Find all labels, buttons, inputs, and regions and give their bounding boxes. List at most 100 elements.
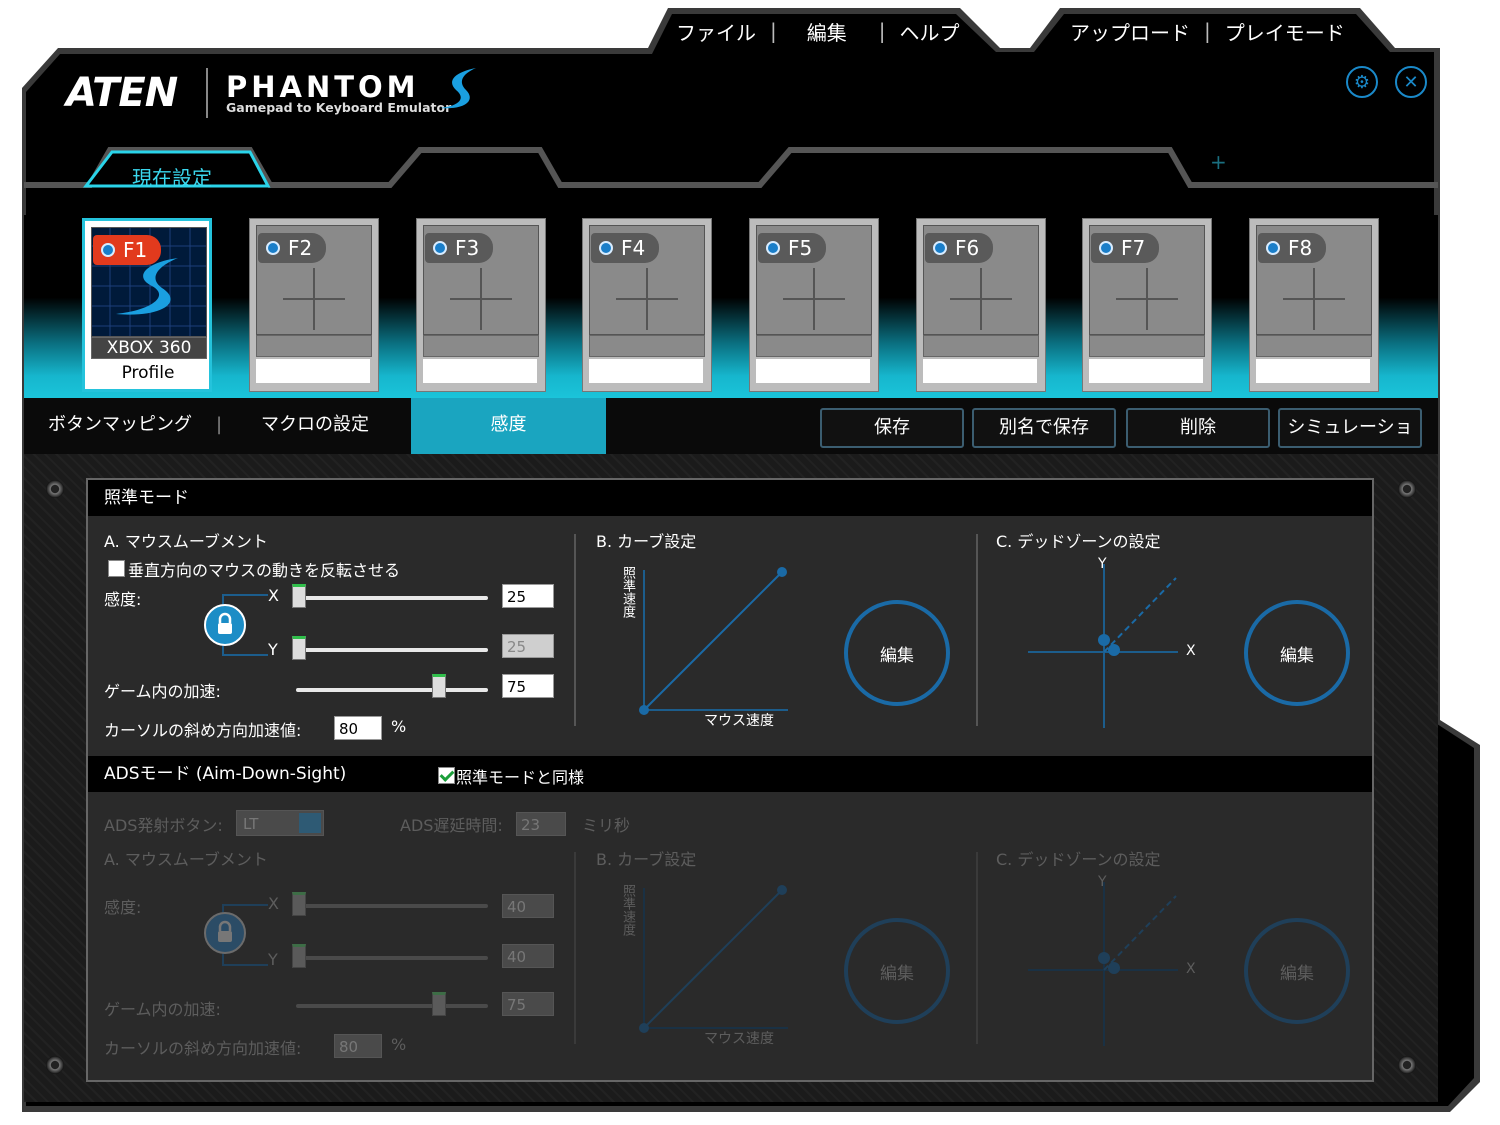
ads-y-slider[interactable]: [296, 956, 488, 960]
ads-curve-y-label: 照準速度: [620, 884, 635, 936]
screw-icon: [46, 480, 64, 498]
invert-vertical-checkbox[interactable]: [108, 560, 125, 577]
aim-mouse-movement-title: A. マウスムーブメント: [104, 532, 268, 551]
aim-accel-slider[interactable]: [296, 688, 488, 692]
gear-icon[interactable]: ⚙: [1346, 66, 1378, 98]
profile-label: [923, 359, 1037, 383]
profile-label: [1089, 359, 1203, 383]
ads-trigger-select[interactable]: LT: [236, 810, 324, 836]
ads-curve-edit-button[interactable]: 編集: [844, 918, 950, 1024]
aim-diag-input[interactable]: 80: [334, 716, 382, 740]
profile-card-f5[interactable]: F5: [749, 218, 879, 392]
aim-curve-edit-button[interactable]: 編集: [844, 600, 950, 706]
delete-button[interactable]: 削除: [1126, 408, 1270, 448]
ads-delay-label: ADS遅延時間:: [400, 816, 503, 835]
phantom-s-logo-icon: [440, 68, 476, 109]
profile-card-f7[interactable]: F7: [1082, 218, 1212, 392]
profile-label: [423, 359, 537, 383]
profile-key-label: F6: [925, 233, 994, 263]
ads-delay-input[interactable]: 23: [516, 812, 566, 836]
menu-file[interactable]: ファイル: [676, 17, 756, 46]
menu-edit[interactable]: 編集: [807, 17, 847, 46]
profile-name: [423, 335, 539, 357]
aim-curve-graph: [639, 567, 788, 715]
profile-label: [589, 359, 703, 383]
profile-key: F5: [788, 236, 813, 260]
lock-icon[interactable]: [204, 912, 246, 954]
ads-percent-label: %: [391, 1035, 407, 1054]
ads-diag-input[interactable]: 80: [334, 1034, 382, 1058]
invert-vertical-label: 垂直方向のマウスの動きを反転させる: [128, 561, 401, 580]
profile-label: [756, 359, 870, 383]
ads-deadzone-title: C. デッドゾーンの設定: [996, 850, 1161, 869]
profile-key: F4: [621, 236, 646, 260]
profile-name: [1089, 335, 1205, 357]
profile-key: F2: [288, 236, 313, 260]
aim-y-slider-thumb[interactable]: [292, 636, 306, 660]
tab-current-settings[interactable]: 現在設定: [132, 162, 212, 191]
radio-icon: [101, 243, 115, 257]
save-as-button[interactable]: 別名で保存: [972, 408, 1116, 448]
aim-x-slider[interactable]: [296, 596, 488, 600]
ads-x-input[interactable]: 40: [502, 894, 554, 918]
aim-deadzone-edit-button[interactable]: 編集: [1244, 600, 1350, 706]
same-as-aim-checkbox[interactable]: [438, 767, 455, 784]
aim-accel-input[interactable]: 75: [502, 674, 554, 698]
aim-deadzone-y-label: Y: [1098, 556, 1107, 572]
divider: [574, 852, 576, 1044]
ads-x-slider[interactable]: [296, 904, 488, 908]
save-button[interactable]: 保存: [820, 408, 964, 448]
tab-sensitivity[interactable]: 感度: [411, 398, 606, 454]
tab-button-mapping[interactable]: ボタンマッピング: [48, 398, 192, 454]
profile-card-f4[interactable]: F4: [582, 218, 712, 392]
logo-tagline: Gamepad to Keyboard Emulator: [226, 100, 452, 115]
ads-y-input[interactable]: 40: [502, 944, 554, 968]
profile-key: F7: [1121, 236, 1146, 260]
simulation-button[interactable]: シミュレーション: [1278, 408, 1422, 474]
ads-y-slider-thumb[interactable]: [292, 944, 306, 968]
ads-accel-input[interactable]: 75: [502, 992, 554, 1016]
tab-macro[interactable]: マクロの設定: [261, 398, 369, 454]
profile-key: F3: [455, 236, 480, 260]
plus-icon[interactable]: +: [1210, 150, 1227, 174]
ads-diag-label: カーソルの斜め方向加速値:: [104, 1039, 302, 1058]
profile-card-f3[interactable]: F3: [416, 218, 546, 392]
phantom-logo: PHANTOM: [226, 70, 420, 104]
profile-name: [923, 335, 1039, 357]
aim-y-slider[interactable]: [296, 648, 488, 652]
ads-accel-slider[interactable]: [296, 1004, 488, 1008]
menu-upload[interactable]: アップロード: [1070, 17, 1190, 46]
aim-x-slider-thumb[interactable]: [292, 584, 306, 608]
ads-curve-x-label: マウス速度: [704, 1031, 774, 1047]
plus-icon: [480, 268, 482, 330]
ads-x-slider-thumb[interactable]: [292, 892, 306, 916]
radio-icon: [599, 241, 613, 255]
aim-x-label: X: [268, 586, 279, 605]
screw-icon: [46, 1056, 64, 1074]
lock-icon[interactable]: [204, 604, 246, 646]
profile-key: F8: [1288, 236, 1313, 260]
aim-x-input[interactable]: 25: [502, 584, 554, 608]
ads-deadzone-x-label: X: [1186, 961, 1196, 977]
ads-mode-title: ADSモード (Aim-Down-Sight): [104, 764, 347, 784]
plus-icon: [813, 268, 815, 330]
menu-help[interactable]: ヘルプ: [900, 17, 960, 46]
profile-card-f1[interactable]: F1 XBOX 360 Profile: [82, 218, 212, 392]
ads-y-label: Y: [268, 950, 278, 969]
close-icon[interactable]: ✕: [1395, 66, 1427, 98]
ads-mode-header: ADSモード (Aim-Down-Sight): [88, 756, 1372, 792]
plus-icon: [1313, 268, 1315, 330]
logo-divider: [206, 68, 208, 118]
profile-key-label: F1: [93, 235, 162, 265]
profile-card-f6[interactable]: F6: [916, 218, 1046, 392]
profile-label: [1256, 359, 1370, 383]
aim-y-input[interactable]: 25: [502, 634, 554, 658]
tab-separator: |: [216, 414, 223, 435]
menu-playmode[interactable]: プレイモード: [1225, 17, 1345, 46]
aim-accel-slider-thumb[interactable]: [432, 674, 446, 698]
profile-card-f2[interactable]: F2: [249, 218, 379, 392]
profile-card-f8[interactable]: F8: [1249, 218, 1379, 392]
ads-accel-slider-thumb[interactable]: [432, 992, 446, 1016]
ads-deadzone-edit-button[interactable]: 編集: [1244, 918, 1350, 1024]
profile-name: [1256, 335, 1372, 357]
